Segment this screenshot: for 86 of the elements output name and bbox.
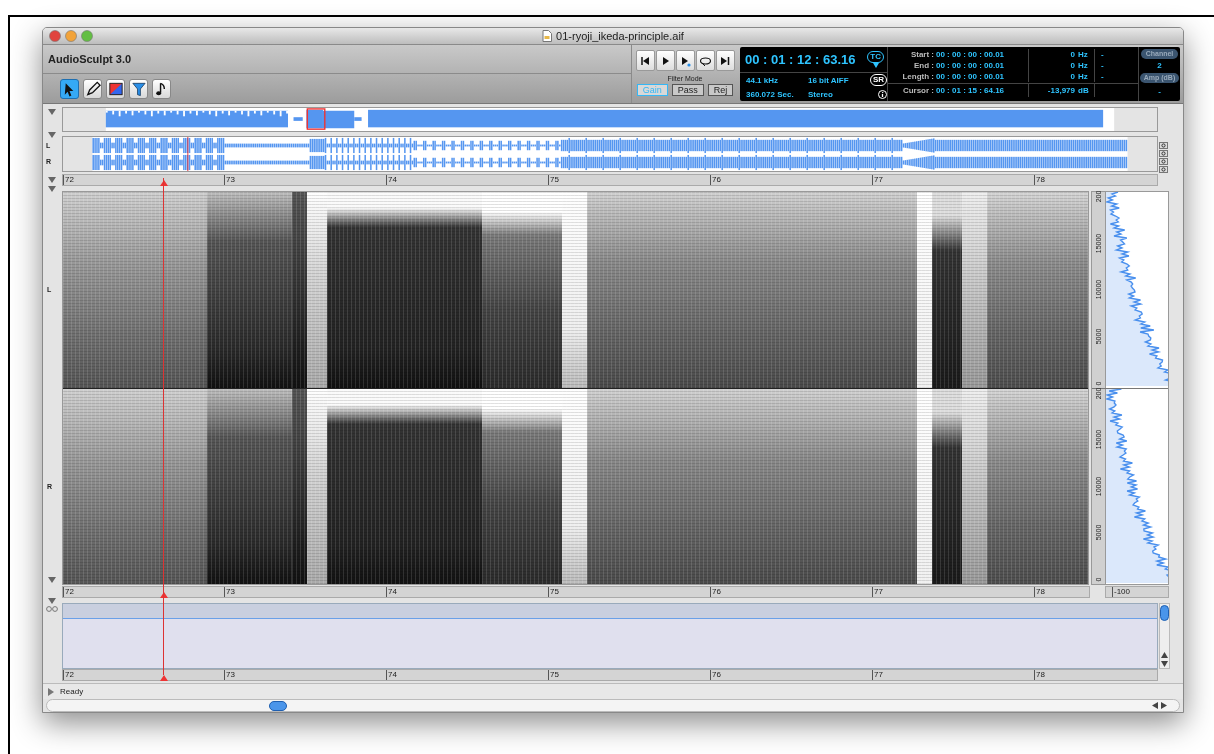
selection-extra: - bbox=[1094, 49, 1138, 60]
amplitude-unit: dB bbox=[1078, 85, 1090, 97]
selection-label: End : bbox=[913, 60, 935, 71]
zoom-icon[interactable] bbox=[1159, 166, 1168, 173]
close-button[interactable] bbox=[49, 30, 61, 42]
amplitude-value: - bbox=[1158, 86, 1161, 98]
scroll-thumb-icon[interactable] bbox=[1160, 605, 1169, 621]
frequency-unit: Hz bbox=[1078, 49, 1089, 60]
zoom-icon[interactable] bbox=[1159, 142, 1168, 149]
cursor-time: 00 : 01 : 15 : 64.16 bbox=[936, 85, 1006, 97]
collapse-arrow-icon[interactable] bbox=[48, 109, 56, 115]
frequency-value: 0 bbox=[1028, 60, 1078, 71]
ruler-label: 77 bbox=[873, 588, 883, 596]
file-format: 16 bit AIFF bbox=[808, 74, 850, 86]
selection-label: Length : bbox=[901, 71, 935, 82]
ruler-label: 73 bbox=[225, 671, 235, 679]
scroll-up-icon[interactable] bbox=[1161, 652, 1168, 658]
disclosure-arrow-icon[interactable] bbox=[48, 687, 54, 696]
selection-extra: - bbox=[1094, 71, 1138, 82]
selection-time: 00 : 00 : 00 : 00.01 bbox=[936, 49, 1006, 60]
collapse-arrow-icon[interactable] bbox=[48, 577, 56, 583]
loop-icon[interactable] bbox=[698, 54, 712, 67]
channel-value: 2 bbox=[1157, 60, 1162, 72]
ruler-label: 72 bbox=[64, 588, 74, 596]
sample-rate: 44.1 kHz bbox=[746, 74, 780, 86]
ruler-label: 74 bbox=[387, 176, 397, 184]
ruler-label: 74 bbox=[387, 588, 397, 596]
filter-mode-tab[interactable]: Rej bbox=[707, 84, 734, 96]
horizontal-scrollbar[interactable] bbox=[46, 699, 1180, 712]
cursor-label: Cursor : bbox=[901, 85, 935, 97]
ruler-label: 75 bbox=[549, 588, 559, 596]
tool-button[interactable] bbox=[152, 78, 171, 99]
ruler-label: 76 bbox=[711, 176, 721, 184]
ruler-label: 77 bbox=[873, 671, 883, 679]
scroll-right-icon[interactable] bbox=[1161, 702, 1167, 709]
scroll-left-icon[interactable] bbox=[1152, 702, 1158, 709]
timecode-display: 00 : 01 : 12 : 63.16 bbox=[745, 53, 856, 66]
skip-start-icon[interactable] bbox=[638, 54, 652, 67]
frequency-unit: Hz bbox=[1078, 71, 1089, 82]
cursor-amplitude: -13,979 bbox=[1028, 84, 1078, 97]
ruler-label: 75 bbox=[549, 176, 559, 184]
filter-mode-tab[interactable]: Pass bbox=[671, 84, 704, 96]
window-title: 01-ryoji_ikeda-principle.aif bbox=[556, 28, 684, 44]
stereo-waveform-drawing[interactable] bbox=[62, 136, 1158, 172]
overview-waveform-drawing[interactable] bbox=[62, 107, 1158, 132]
playhead-marker-icon[interactable] bbox=[160, 675, 168, 681]
selection-extra: - bbox=[1094, 60, 1138, 71]
frequency-value: 0 bbox=[1028, 71, 1078, 82]
collapse-arrow-icon[interactable] bbox=[48, 598, 56, 604]
ruler-label: 78 bbox=[1035, 176, 1045, 184]
ruler-label: 73 bbox=[225, 176, 235, 184]
channel-mode: Stereo bbox=[808, 88, 834, 100]
scroll-thumb-icon[interactable] bbox=[269, 701, 287, 711]
scroll-down-icon[interactable] bbox=[1161, 661, 1168, 667]
tool-button[interactable] bbox=[129, 78, 148, 99]
skip-end-icon[interactable] bbox=[718, 54, 732, 67]
document-icon bbox=[542, 30, 553, 42]
vertical-scrollbar[interactable] bbox=[1159, 603, 1170, 669]
ruler-label: 73 bbox=[225, 588, 235, 596]
zoom-icon[interactable] bbox=[1159, 150, 1168, 157]
tool-button[interactable] bbox=[83, 78, 102, 99]
info-icon[interactable] bbox=[878, 89, 888, 99]
ruler-label: 76 bbox=[711, 671, 721, 679]
selection-time: 00 : 00 : 00 : 00.01 bbox=[936, 71, 1006, 82]
ruler-label: 78 bbox=[1035, 588, 1045, 596]
amplitude-scale-label: -100 bbox=[1113, 588, 1130, 596]
duration: 360.072 Sec. bbox=[746, 88, 795, 100]
ruler-label: 72 bbox=[64, 671, 74, 679]
collapse-arrow-icon[interactable] bbox=[48, 132, 56, 138]
zoom-icon[interactable] bbox=[1159, 158, 1168, 165]
ruler-label: 75 bbox=[549, 671, 559, 679]
status-text: Ready bbox=[60, 685, 84, 698]
app-name: AudioSculpt 3.0 bbox=[48, 51, 132, 67]
frequency-value: 0 bbox=[1028, 49, 1078, 60]
dropdown-arrow-icon[interactable] bbox=[872, 63, 879, 68]
ruler-label: 76 bbox=[711, 588, 721, 596]
selection-time: 00 : 00 : 00 : 00.01 bbox=[936, 60, 1006, 71]
tool-button[interactable] bbox=[106, 78, 125, 99]
selection-label: Start : bbox=[909, 49, 935, 60]
ruler-label: 74 bbox=[387, 671, 397, 679]
ruler-label: 72 bbox=[64, 176, 74, 184]
tool-button[interactable] bbox=[60, 78, 79, 99]
ruler-label: 77 bbox=[873, 176, 883, 184]
frequency-unit: Hz bbox=[1078, 60, 1089, 71]
ruler-label: 78 bbox=[1035, 671, 1045, 679]
pencil-tool-icon bbox=[84, 79, 101, 98]
